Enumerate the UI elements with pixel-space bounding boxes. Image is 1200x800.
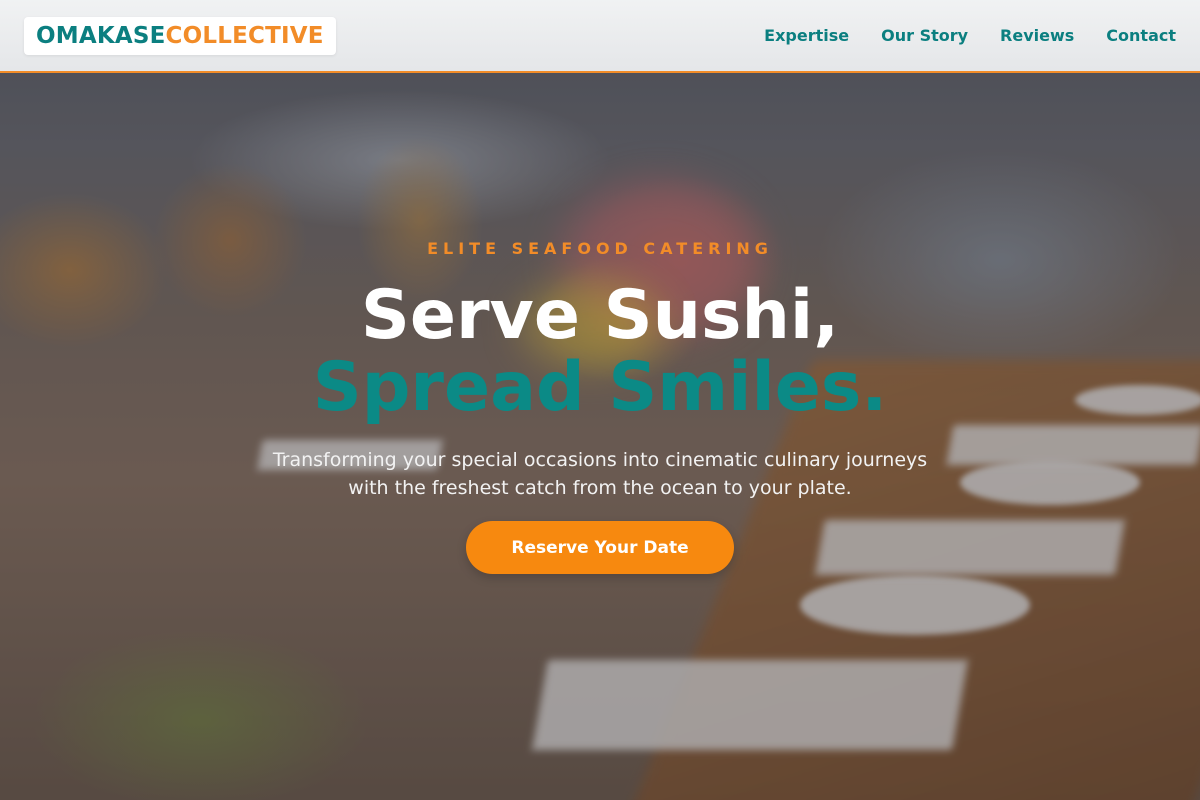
hero-eyebrow: ELITE SEAFOOD CATERING [427,239,773,258]
hero-headline-line1: Serve Sushi, [360,276,840,355]
hero-subtitle: Transforming your special occasions into… [272,449,928,499]
hero-content: ELITE SEAFOOD CATERING Serve Sushi, Spre… [0,0,1200,800]
hero-headline-line2: Spread Smiles. [312,348,888,427]
reserve-date-button[interactable]: Reserve Your Date [466,521,734,574]
